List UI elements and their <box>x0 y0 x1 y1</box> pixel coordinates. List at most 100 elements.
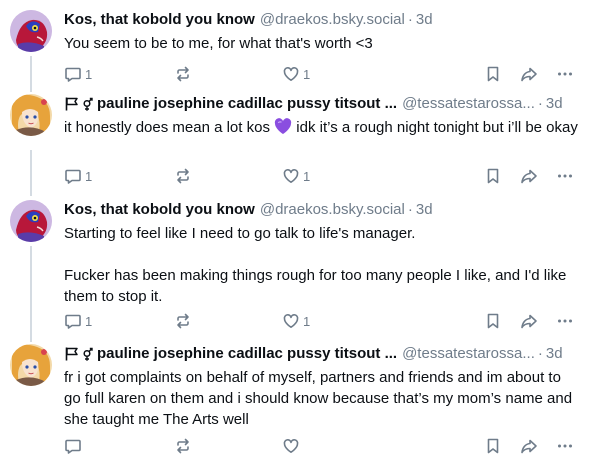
like-count: 1 <box>303 168 311 184</box>
reply-count: 1 <box>85 66 93 82</box>
share-icon <box>521 169 537 184</box>
reply-icon <box>65 439 81 454</box>
heart-icon <box>283 66 299 81</box>
post-header: pauline josephine cadillac pussy titsout… <box>64 344 581 364</box>
timestamp[interactable]: 3d <box>546 94 563 114</box>
author-handle[interactable]: @draekos.bsky.social <box>260 10 405 30</box>
repost-button[interactable] <box>174 166 192 186</box>
like-button[interactable]: 1 <box>282 64 310 84</box>
reply-icon <box>65 67 81 82</box>
share-button[interactable] <box>520 311 538 331</box>
like-button[interactable]: 1 <box>282 166 310 186</box>
bookmark-button[interactable] <box>484 166 502 186</box>
author-name[interactable]: Kos, that kobold you know <box>64 200 255 220</box>
post-text: it honestly does mean a lot kos idk it’s… <box>64 117 581 138</box>
reply-icon <box>65 314 81 329</box>
transgender-symbol-icon <box>83 347 93 361</box>
bookmark-icon <box>487 438 499 454</box>
post-text: fr i got complaints on behalf of myself,… <box>64 369 577 428</box>
thread: Kos, that kobold you know @draekos.bsky.… <box>0 0 593 464</box>
repost-button[interactable] <box>174 311 192 331</box>
more-options-button[interactable] <box>556 436 574 456</box>
more-options-button[interactable] <box>556 311 574 331</box>
post-text: You seem to be to me, for what that's wo… <box>64 35 373 52</box>
post[interactable]: Kos, that kobold you know @draekos.bsky.… <box>0 200 593 340</box>
flag-icon <box>65 347 78 361</box>
share-icon <box>521 314 537 329</box>
author-handle[interactable]: @tessatestarossa... <box>402 344 535 364</box>
bookmark-icon <box>487 66 499 82</box>
more-options-button[interactable] <box>556 166 574 186</box>
post-actions: 1 1 <box>64 311 593 331</box>
repost-button[interactable] <box>174 64 192 84</box>
author-handle[interactable]: @tessatestarossa... <box>402 94 535 114</box>
post-text-part: it honestly does mean a lot kos <box>64 119 275 136</box>
post-header: Kos, that kobold you know @draekos.bsky.… <box>64 200 581 220</box>
share-button[interactable] <box>520 166 538 186</box>
post[interactable]: pauline josephine cadillac pussy titsout… <box>0 344 593 462</box>
more-icon <box>558 72 572 76</box>
reply-count: 1 <box>85 313 93 329</box>
bookmark-icon <box>487 313 499 329</box>
avatar[interactable] <box>10 344 52 386</box>
post-actions: 1 1 <box>64 166 593 186</box>
more-icon <box>558 319 572 323</box>
avatar[interactable] <box>10 200 52 242</box>
author-name[interactable]: Kos, that kobold you know <box>64 10 255 30</box>
post-header: pauline josephine cadillac pussy titsout… <box>64 94 581 114</box>
post-text-part: idk it’s a rough night tonight but i’ll … <box>292 119 578 136</box>
like-button[interactable]: 1 <box>282 311 310 331</box>
more-icon <box>558 174 572 178</box>
reply-button[interactable]: 1 <box>64 166 92 186</box>
reply-button[interactable] <box>64 436 85 456</box>
post-header: Kos, that kobold you know @draekos.bsky.… <box>64 10 581 30</box>
repost-icon <box>177 438 189 454</box>
bookmark-button[interactable] <box>484 436 502 456</box>
like-button[interactable] <box>282 436 303 456</box>
timestamp[interactable]: 3d <box>416 200 433 220</box>
more-icon <box>558 444 572 448</box>
author-name[interactable]: pauline josephine cadillac pussy titsout… <box>97 344 397 364</box>
separator: · <box>537 345 543 362</box>
timestamp[interactable]: 3d <box>546 344 563 364</box>
reply-icon <box>65 169 81 184</box>
heart-icon <box>283 313 299 328</box>
post-text: Starting to feel like I need to go talk … <box>64 225 567 305</box>
purple-heart-emoji-icon <box>274 118 292 134</box>
post[interactable]: Kos, that kobold you know @draekos.bsky.… <box>0 10 593 90</box>
pride-flag-emojis <box>64 346 93 362</box>
flag-icon <box>65 97 78 111</box>
repost-button[interactable] <box>174 436 192 456</box>
pride-flag-emojis <box>64 96 93 112</box>
share-button[interactable] <box>520 436 538 456</box>
timestamp[interactable]: 3d <box>416 10 433 30</box>
post-actions <box>64 436 593 456</box>
share-icon <box>521 67 537 82</box>
author-name[interactable]: pauline josephine cadillac pussy titsout… <box>97 94 397 114</box>
like-count: 1 <box>303 313 311 329</box>
bookmark-button[interactable] <box>484 64 502 84</box>
more-options-button[interactable] <box>556 64 574 84</box>
separator: · <box>537 95 543 112</box>
repost-icon <box>177 66 189 82</box>
bookmark-button[interactable] <box>484 311 502 331</box>
repost-icon <box>177 168 189 184</box>
share-button[interactable] <box>520 64 538 84</box>
share-icon <box>521 439 537 454</box>
post[interactable]: pauline josephine cadillac pussy titsout… <box>0 94 593 194</box>
heart-icon <box>283 168 299 183</box>
reply-button[interactable]: 1 <box>64 311 92 331</box>
bookmark-icon <box>487 168 499 184</box>
like-count: 1 <box>303 66 311 82</box>
post-actions: 1 1 <box>64 64 593 84</box>
reply-button[interactable]: 1 <box>64 64 92 84</box>
transgender-symbol-icon <box>83 97 93 111</box>
avatar[interactable] <box>10 10 52 52</box>
heart-icon <box>283 438 299 453</box>
separator: · <box>407 11 413 28</box>
repost-icon <box>177 313 189 329</box>
author-handle[interactable]: @draekos.bsky.social <box>260 200 405 220</box>
separator: · <box>407 201 413 218</box>
reply-count: 1 <box>85 168 93 184</box>
avatar[interactable] <box>10 94 52 136</box>
